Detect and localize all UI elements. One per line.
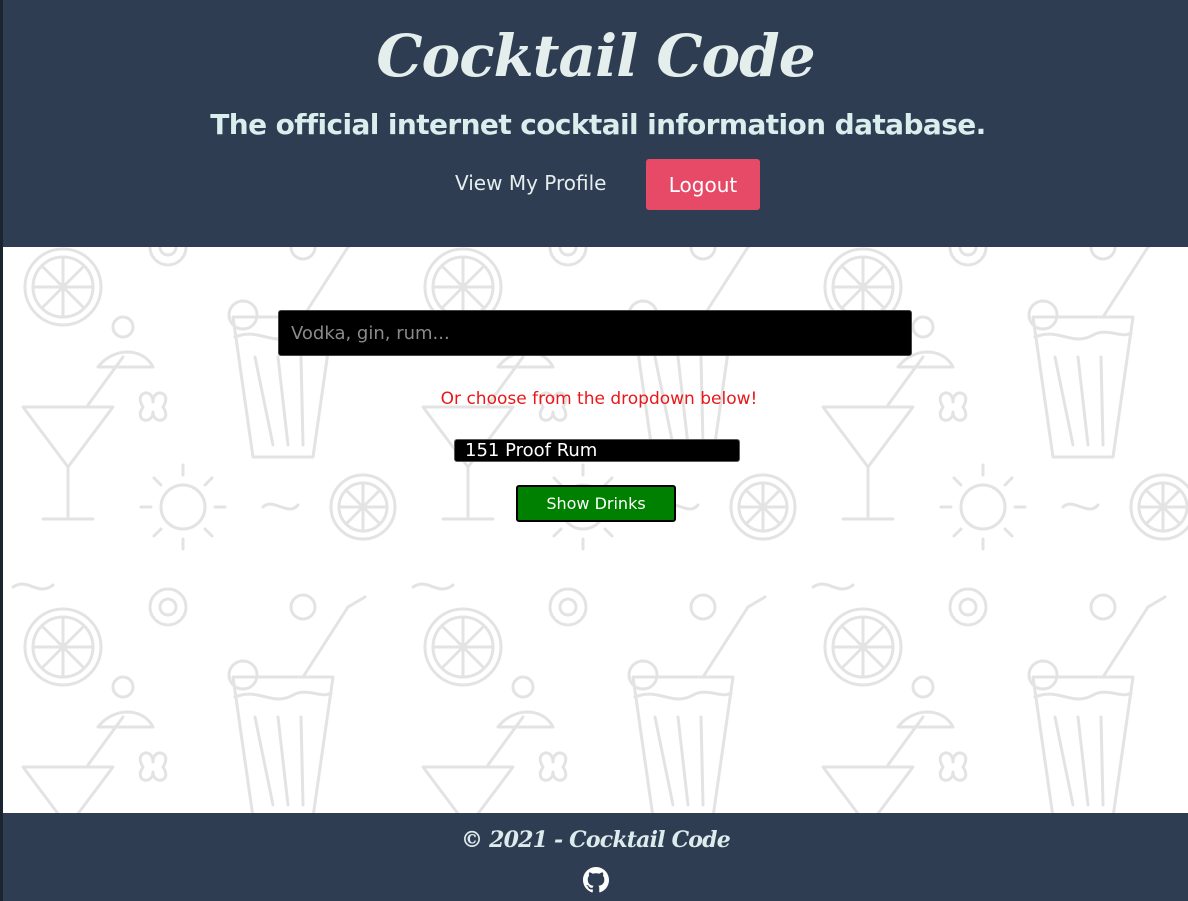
github-icon[interactable] <box>583 867 609 893</box>
main-content: Or choose from the dropdown below! 151 P… <box>3 247 1188 813</box>
tagline: The official internet cocktail informati… <box>210 108 986 141</box>
brand-logo[interactable]: Cocktail Code <box>3 22 1188 90</box>
ingredient-search-input[interactable] <box>278 310 912 356</box>
view-profile-link[interactable]: View My Profile <box>455 171 606 195</box>
copyright-text: © 2021 - Cocktail Code <box>461 827 731 853</box>
site-footer: © 2021 - Cocktail Code <box>3 813 1188 901</box>
ingredient-dropdown[interactable]: 151 Proof Rum <box>454 439 740 462</box>
site-header: Cocktail Code The official internet cock… <box>3 0 1188 247</box>
logout-button[interactable]: Logout <box>646 159 760 210</box>
show-drinks-button[interactable]: Show Drinks <box>516 485 676 522</box>
dropdown-hint: Or choose from the dropdown below! <box>440 389 758 409</box>
